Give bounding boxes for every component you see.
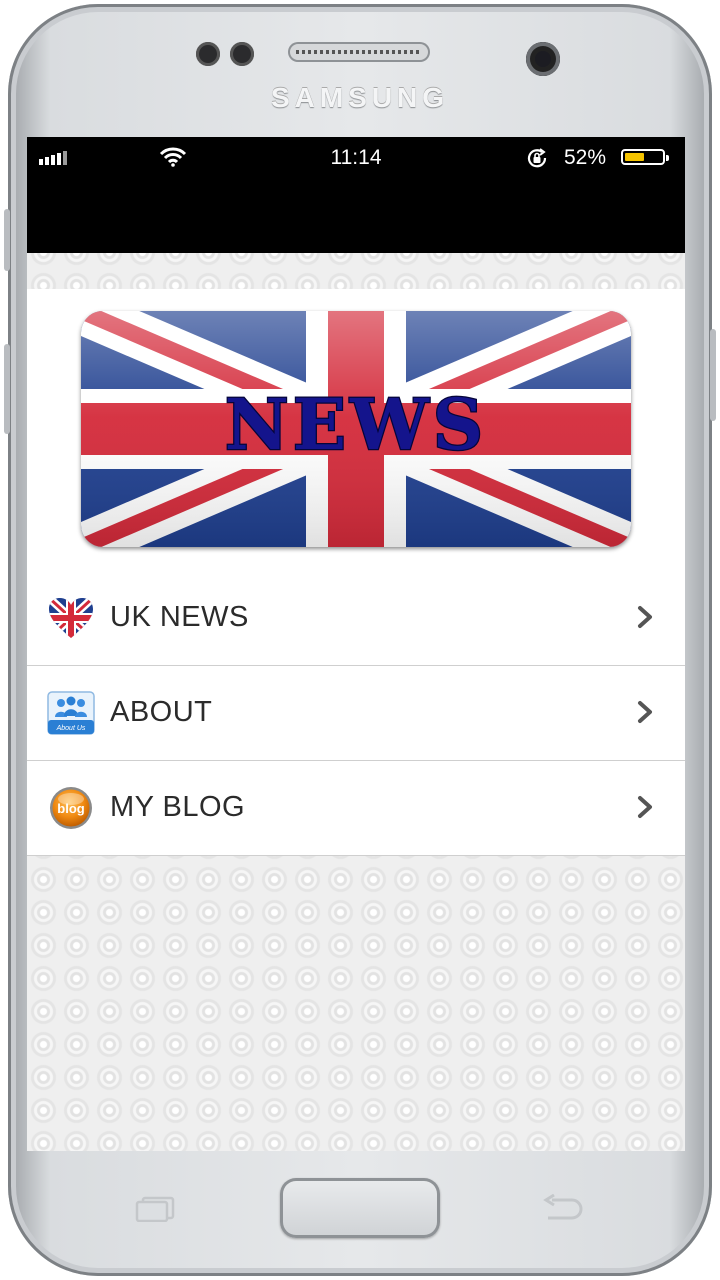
rotation-lock-icon: [527, 148, 547, 168]
blog-icon: blog: [50, 787, 92, 829]
chevron-right-icon: [638, 606, 652, 628]
blog-icon-text: blog: [57, 801, 84, 816]
menu-item-label: ABOUT: [110, 696, 213, 728]
chevron-right-icon: [638, 701, 652, 723]
home-button[interactable]: [280, 1178, 440, 1238]
battery-percent: 52%: [564, 146, 607, 169]
menu-item-my-blog[interactable]: blog MY BLOG: [27, 761, 685, 856]
about-us-icon: About Us: [47, 691, 95, 735]
back-icon[interactable]: [540, 1194, 586, 1224]
about-icon-text: About Us: [56, 725, 86, 732]
menu-item-about[interactable]: About Us ABOUT: [27, 666, 685, 761]
main-content: NEWS UK NEWS About Us ABOUT blog MY BLOG: [27, 289, 685, 856]
proximity-sensor: [196, 42, 220, 66]
front-camera: [526, 42, 560, 76]
union-flag-graphic: NEWS: [81, 311, 631, 547]
main-menu: UK NEWS About Us ABOUT blog MY BLOG: [27, 571, 685, 856]
earpiece-speaker: [288, 42, 430, 62]
battery-icon: [621, 149, 669, 165]
logo-text: NEWS: [225, 383, 488, 466]
brand-logo: SAMSUNG: [270, 82, 450, 113]
uk-heart-icon: [49, 598, 93, 638]
volume-button: [4, 209, 10, 271]
battery-fill: [625, 153, 644, 161]
bixby-button: [4, 344, 10, 434]
menu-item-label: MY BLOG: [110, 791, 246, 823]
phone-screen: 11:14 52% NEWS UK NEWS About Us ABOUT bl…: [27, 137, 685, 1151]
chevron-right-icon: [638, 796, 652, 818]
light-sensor: [230, 42, 254, 66]
menu-item-uk-news[interactable]: UK NEWS: [27, 571, 685, 666]
status-bar: 11:14 52%: [27, 137, 685, 253]
power-button: [710, 329, 716, 421]
menu-item-label: UK NEWS: [110, 601, 249, 633]
recent-apps-icon[interactable]: [134, 1196, 176, 1222]
uk-news-logo: NEWS: [81, 311, 631, 547]
